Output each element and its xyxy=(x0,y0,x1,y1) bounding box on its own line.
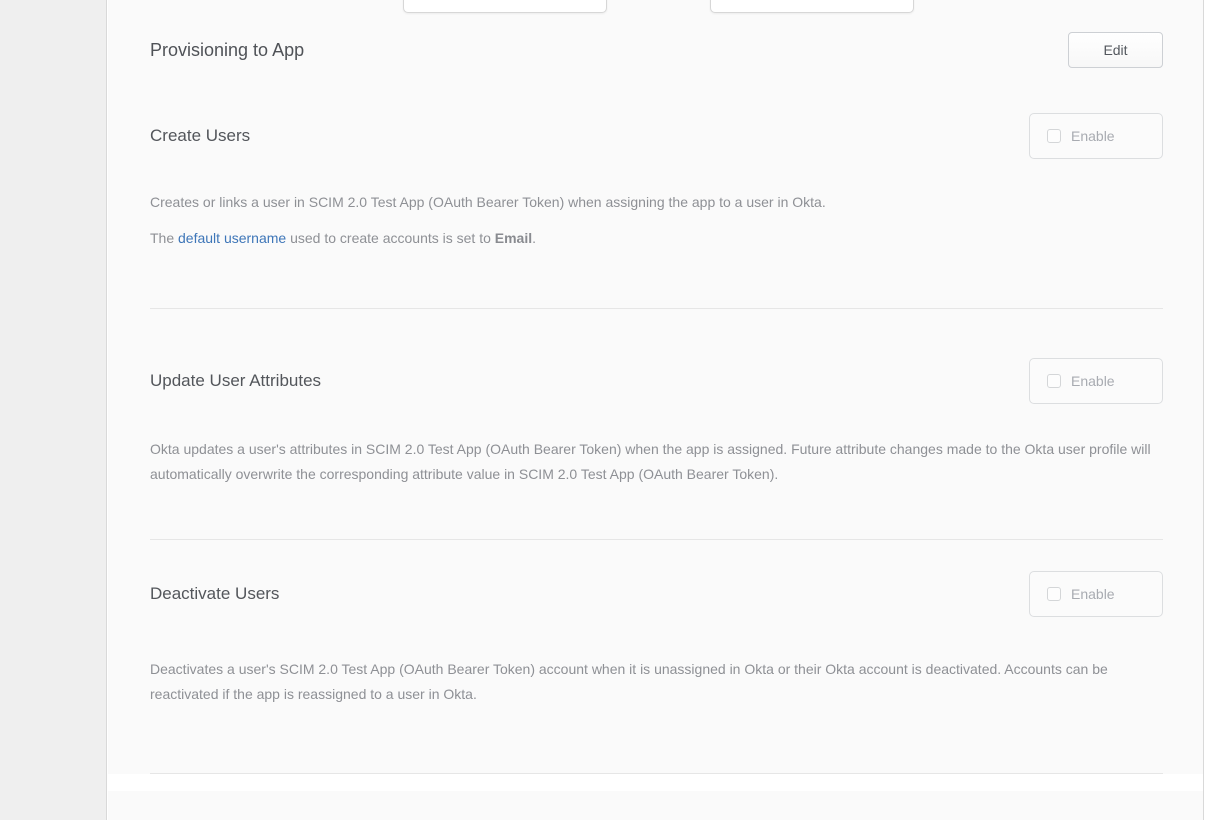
enable-label: Enable xyxy=(1071,373,1115,389)
note-value: Email xyxy=(495,230,532,246)
default-username-link[interactable]: default username xyxy=(178,230,286,246)
enable-button-update-user-attributes[interactable]: Enable xyxy=(1029,358,1163,404)
truncated-input-left[interactable] xyxy=(403,0,607,13)
section-title-update-user-attributes: Update User Attributes xyxy=(150,371,321,391)
page-root: { "header": { "title": "Provisioning to … xyxy=(0,0,1212,820)
enable-button-deactivate-users[interactable]: Enable xyxy=(1029,571,1163,617)
section-title-create-users: Create Users xyxy=(150,126,250,146)
note-suffix: . xyxy=(532,230,536,246)
update-user-attributes-description: Okta updates a user's attributes in SCIM… xyxy=(150,437,1163,487)
enable-label: Enable xyxy=(1071,128,1115,144)
note-middle: used to create accounts is set to xyxy=(286,230,495,246)
page-title: Provisioning to App xyxy=(150,40,304,61)
create-users-description: Creates or links a user in SCIM 2.0 Test… xyxy=(150,191,1163,213)
section-create-users-header: Create Users Enable xyxy=(150,113,1163,159)
section-divider xyxy=(150,539,1163,540)
create-users-username-note: The default username used to create acco… xyxy=(150,227,1163,249)
left-gutter xyxy=(0,0,107,820)
enable-checkbox[interactable] xyxy=(1047,374,1061,388)
section-title-deactivate-users: Deactivate Users xyxy=(150,584,279,604)
deactivate-users-description: Deactivates a user's SCIM 2.0 Test App (… xyxy=(150,657,1163,707)
enable-label: Enable xyxy=(1071,586,1115,602)
section-divider xyxy=(150,308,1163,309)
edit-button[interactable]: Edit xyxy=(1068,32,1163,68)
panel-header: Provisioning to App Edit xyxy=(150,32,1163,68)
provisioning-panel: Provisioning to App Edit Create Users En… xyxy=(108,0,1204,820)
enable-button-create-users[interactable]: Enable xyxy=(1029,113,1163,159)
bottom-strip xyxy=(108,774,1203,791)
section-deactivate-users-header: Deactivate Users Enable xyxy=(150,571,1163,617)
enable-checkbox[interactable] xyxy=(1047,129,1061,143)
truncated-input-right[interactable] xyxy=(710,0,914,13)
note-prefix: The xyxy=(150,230,178,246)
section-update-user-attributes-header: Update User Attributes Enable xyxy=(150,358,1163,404)
enable-checkbox[interactable] xyxy=(1047,587,1061,601)
